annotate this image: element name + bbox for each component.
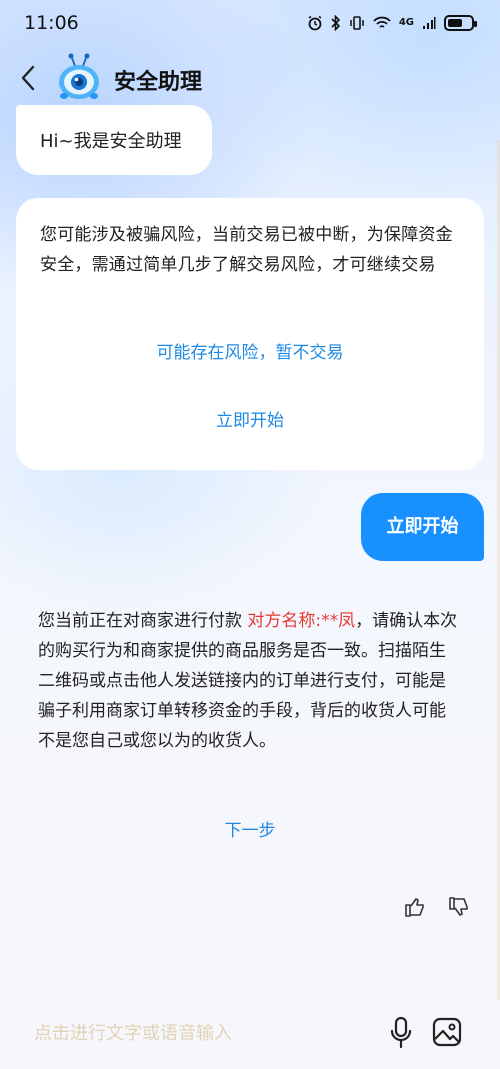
feedback-buttons — [404, 896, 470, 918]
bluetooth-icon — [331, 15, 340, 31]
chat-header: 安全助理 — [0, 50, 500, 106]
input-bar — [0, 1000, 500, 1069]
back-arrow-icon[interactable] — [14, 62, 44, 94]
assistant-greeting-bubble: Hi~我是安全助理 — [16, 105, 212, 175]
robot-avatar-icon — [59, 53, 99, 99]
next-step-link[interactable]: 下一步 — [16, 816, 484, 841]
image-upload-icon[interactable] — [432, 1017, 462, 1047]
network-type-label: 4G — [398, 17, 414, 28]
page-title: 安全助理 — [114, 70, 203, 95]
thumbs-down-icon[interactable] — [448, 896, 470, 918]
battery-icon — [444, 15, 477, 31]
status-icons: 4G — [307, 14, 477, 32]
status-time: 11:06 — [24, 12, 79, 34]
signal-icon — [423, 17, 436, 29]
vibrate-icon — [350, 16, 364, 30]
greeting-text: Hi~我是安全助理 — [40, 131, 182, 152]
user-reply-bubble: 立即开始 — [361, 493, 484, 561]
microphone-icon[interactable] — [388, 1016, 414, 1050]
wifi-icon — [373, 16, 391, 28]
assistant-payment-notice: 您当前正在对商家进行付款 对方名称:**凤，请确认本次的购买行为和商家提供的商品… — [16, 580, 484, 880]
payment-notice-text: 您当前正在对商家进行付款 对方名称:**凤，请确认本次的购买行为和商家提供的商品… — [38, 606, 462, 756]
decline-trade-option[interactable]: 可能存在风险，暂不交易 — [16, 338, 484, 363]
notice-text-after: ，请确认本次的购买行为和商家提供的商品服务是否一致。扫描陌生二维码或点击他人发送… — [38, 611, 458, 751]
status-bar: 11:06 4G — [0, 0, 500, 48]
risk-message-text: 您可能涉及被骗风险，当前交易已被中断，为保障资金安全，需通过简单几步了解交易风险… — [40, 225, 453, 275]
start-now-option[interactable]: 立即开始 — [16, 406, 484, 431]
thumbs-up-icon[interactable] — [404, 896, 426, 918]
alarm-icon — [308, 15, 322, 31]
assistant-risk-bubble: 您可能涉及被骗风险，当前交易已被中断，为保障资金安全，需通过简单几步了解交易风险… — [16, 198, 484, 470]
notice-text-before: 您当前正在对商家进行付款 — [38, 611, 248, 631]
message-input[interactable] — [34, 1018, 364, 1048]
payee-name-highlight: 对方名称:**凤 — [247, 611, 356, 631]
